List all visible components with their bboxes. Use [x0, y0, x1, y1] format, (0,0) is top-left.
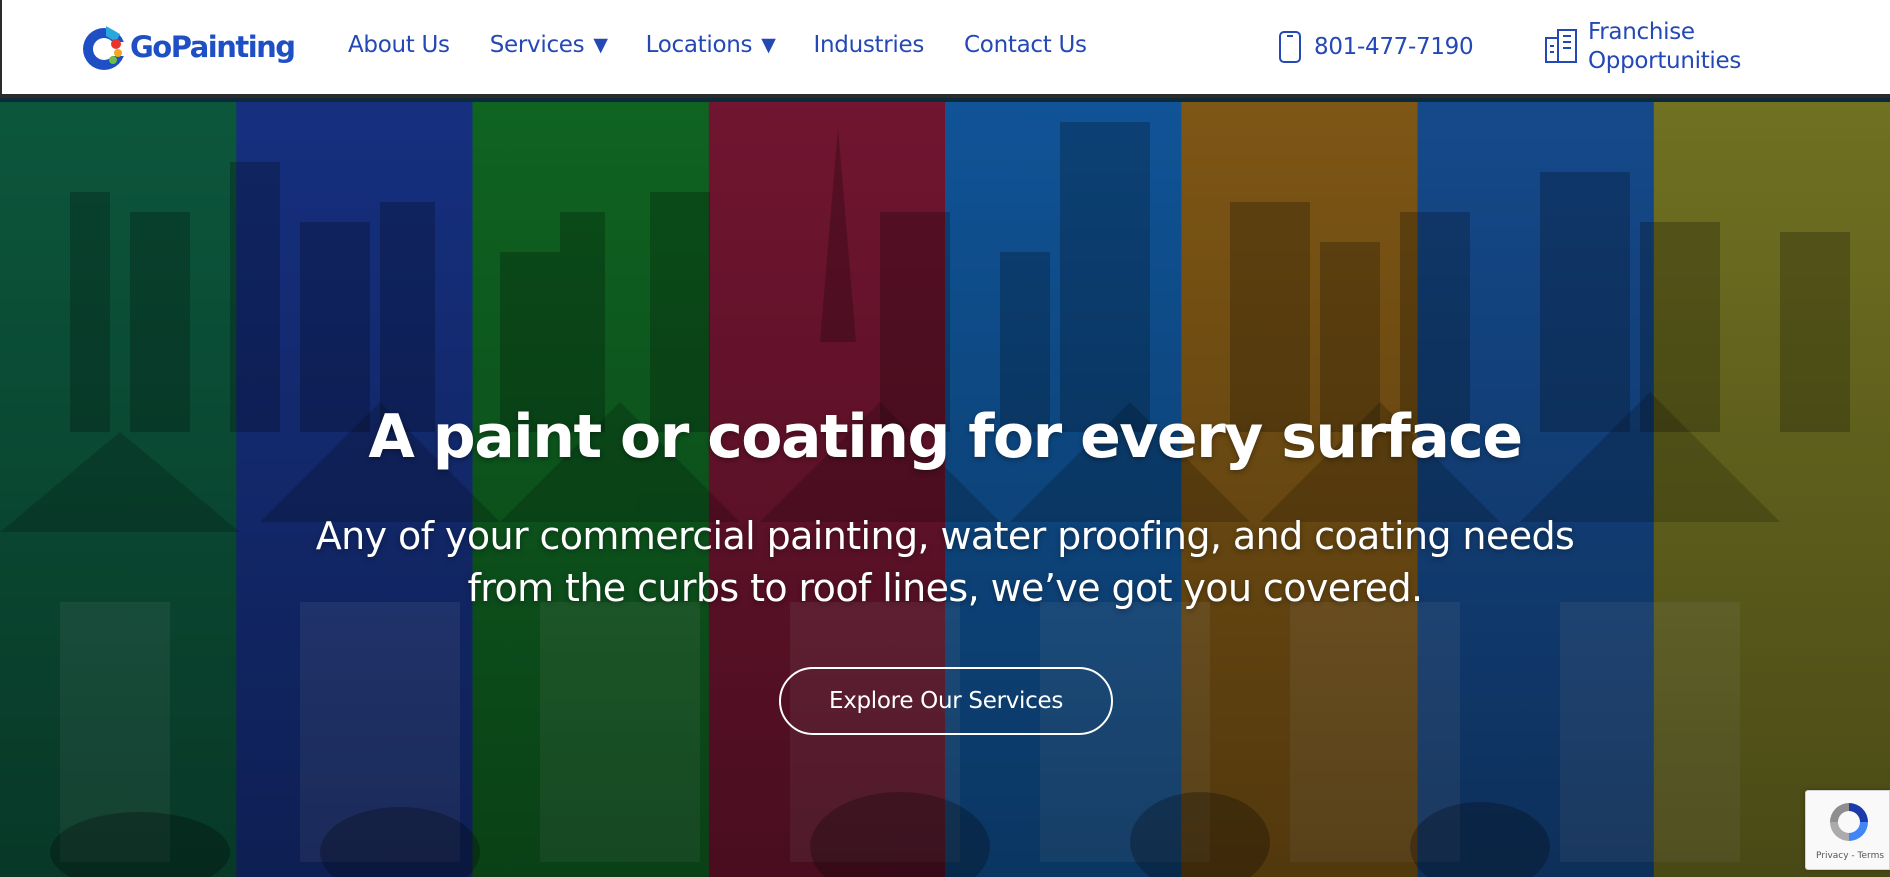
recaptcha-privacy-terms[interactable]: Privacy - Terms	[1810, 851, 1890, 861]
nav-industries[interactable]: Industries	[814, 32, 925, 58]
main-nav: About Us Services ▼ Locations ▼ Industri…	[348, 32, 1087, 58]
nav-services[interactable]: Services ▼	[490, 32, 608, 58]
phone-icon	[1279, 31, 1301, 63]
chevron-down-icon: ▼	[593, 34, 608, 56]
hero-subheadline-line-2: from the curbs to roof lines, we’ve got …	[467, 566, 1424, 610]
site-header: GoPainting About Us Services ▼ Locations…	[0, 0, 1890, 98]
hero-subheadline: Any of your commercial painting, water p…	[0, 510, 1890, 614]
recaptcha-badge[interactable]: Privacy - Terms	[1805, 790, 1890, 870]
nav-locations-label: Locations	[645, 32, 753, 58]
hero-section: A paint or coating for every surface Any…	[0, 102, 1890, 877]
nav-about-us[interactable]: About Us	[348, 32, 450, 58]
nav-contact-us[interactable]: Contact Us	[964, 32, 1087, 58]
franchise-line-1: Franchise	[1588, 19, 1695, 45]
gopainting-logo-icon	[83, 26, 128, 70]
phone-number: 801-477-7190	[1314, 34, 1474, 60]
recaptcha-icon	[1830, 803, 1868, 841]
hero-headline: A paint or coating for every surface	[368, 402, 1523, 472]
nav-about-us-label: About Us	[348, 32, 450, 58]
franchise-opportunities-link[interactable]: Franchise Opportunities	[1544, 18, 1741, 76]
chevron-down-icon: ▼	[761, 34, 776, 56]
nav-locations[interactable]: Locations ▼	[646, 32, 776, 58]
hero-subheadline-line-1: Any of your commercial painting, water p…	[315, 514, 1575, 558]
nav-industries-label: Industries	[813, 32, 925, 58]
phone-link[interactable]: 801-477-7190	[1278, 30, 1474, 64]
hero-overlay	[0, 102, 1890, 877]
explore-services-button[interactable]: Explore Our Services	[779, 667, 1113, 735]
franchise-line-2: Opportunities	[1588, 48, 1742, 74]
franchise-label: Franchise Opportunities	[1588, 18, 1741, 76]
nav-contact-us-label: Contact Us	[964, 32, 1087, 58]
brand-name: GoPainting	[130, 30, 296, 64]
gopainting-logo[interactable]: GoPainting	[82, 22, 296, 72]
nav-services-label: Services	[489, 32, 585, 58]
building-icon	[1545, 29, 1577, 63]
